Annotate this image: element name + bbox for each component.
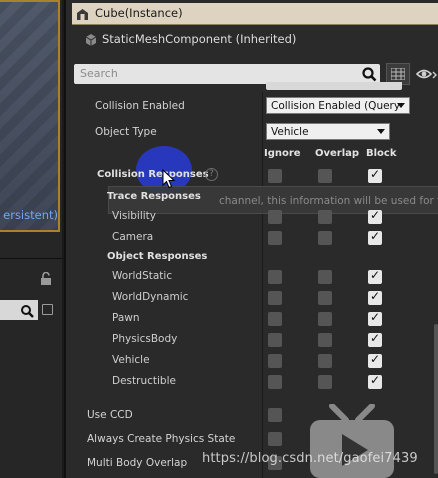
chevron-down-icon: [397, 103, 405, 108]
worldstatic-overlap-checkbox[interactable]: [318, 270, 332, 284]
collision-responses-block-checkbox[interactable]: [368, 167, 382, 183]
overlap-column-header: Overlap: [315, 148, 360, 159]
collision-enabled-dropdown[interactable]: Collision Enabled (Query: [266, 97, 410, 114]
camera-overlap-checkbox[interactable]: [318, 231, 332, 245]
visibility-ignore-checkbox[interactable]: [268, 210, 282, 224]
object-worldstatic-label: WorldStatic: [112, 270, 173, 282]
always-create-physics-state-label: Always Create Physics State: [87, 433, 236, 445]
grid-icon: [391, 68, 405, 80]
use-ccd-label: Use CCD: [87, 409, 133, 421]
search-icon[interactable]: [20, 304, 34, 318]
collision-responses-ignore-checkbox[interactable]: [268, 169, 282, 183]
object-pawn-label: Pawn: [112, 312, 140, 324]
static-mesh-icon: [85, 34, 97, 46]
collision-responses-label: Collision Responses: [97, 169, 209, 180]
block-column-header: Block: [366, 148, 397, 159]
left-panel: ersistent): [0, 0, 62, 478]
collision-enabled-label: Collision Enabled: [95, 100, 185, 112]
help-icon[interactable]: ?: [205, 168, 218, 181]
pawn-ignore-checkbox[interactable]: [268, 312, 282, 326]
use-ccd-checkbox[interactable]: [268, 408, 282, 422]
collision-enabled-value: Collision Enabled (Query: [271, 100, 401, 112]
vehicle-ignore-checkbox[interactable]: [268, 354, 282, 368]
destructible-ignore-checkbox[interactable]: [268, 375, 282, 389]
pawn-overlap-checkbox[interactable]: [318, 312, 332, 326]
physicsbody-overlap-checkbox[interactable]: [318, 333, 332, 347]
object-vehicle-label: Vehicle: [112, 354, 150, 366]
visibility-overlap-checkbox[interactable]: [318, 210, 332, 224]
viewport-level-label: ersistent): [3, 208, 58, 222]
left-panel-divider: [0, 258, 62, 259]
worlddynamic-block-checkbox[interactable]: [368, 289, 382, 305]
physicsbody-block-checkbox[interactable]: [368, 331, 382, 347]
mouse-cursor-icon: [162, 169, 176, 189]
previous-dropdown[interactable]: [266, 82, 402, 90]
watermark-text: https://blog.csdn.net/gaofei7439: [202, 451, 418, 466]
destructible-block-checkbox[interactable]: [368, 373, 382, 389]
tv-logo-icon: [310, 404, 394, 478]
always-create-physics-state-checkbox[interactable]: [268, 432, 282, 446]
object-physicsbody-label: PhysicsBody: [112, 333, 178, 345]
camera-ignore-checkbox[interactable]: [268, 231, 282, 245]
eye-icon[interactable]: [416, 66, 438, 82]
vehicle-block-checkbox[interactable]: [368, 352, 382, 368]
instance-header[interactable]: Cube(Instance): [72, 3, 438, 25]
visibility-block-checkbox[interactable]: [368, 208, 382, 224]
chevron-down-icon: [377, 129, 385, 134]
trace-camera-label: Camera: [112, 231, 154, 243]
multi-body-overlap-label: Multi Body Overlap: [87, 457, 188, 469]
object-type-value: Vehicle: [271, 126, 309, 138]
blueprint-actor-icon: [77, 9, 88, 20]
object-worlddynamic-label: WorldDynamic: [112, 291, 189, 303]
camera-block-checkbox[interactable]: [368, 229, 382, 245]
worlddynamic-ignore-checkbox[interactable]: [268, 291, 282, 305]
vehicle-overlap-checkbox[interactable]: [318, 354, 332, 368]
level-viewport[interactable]: [0, 0, 60, 232]
object-responses-label: Object Responses: [107, 251, 208, 262]
object-destructible-label: Destructible: [112, 375, 176, 387]
ignore-column-header: Ignore: [264, 148, 301, 159]
column-divider: [262, 92, 263, 478]
object-type-dropdown[interactable]: Vehicle: [266, 123, 390, 140]
object-type-label: Object Type: [95, 126, 157, 138]
tooltip-text: channel, this information will be used f…: [219, 195, 438, 207]
lock-icon[interactable]: [40, 272, 52, 285]
component-row[interactable]: StaticMeshComponent (Inherited): [72, 28, 438, 52]
search-placeholder: Search: [80, 67, 118, 80]
details-search-input[interactable]: Search: [74, 64, 380, 84]
component-label: StaticMeshComponent (Inherited): [102, 32, 297, 46]
trace-responses-label: Trace Responses: [107, 191, 201, 202]
pawn-block-checkbox[interactable]: [368, 310, 382, 326]
instance-title: Cube(Instance): [95, 6, 183, 20]
details-scrollbar[interactable]: [434, 324, 438, 474]
worlddynamic-overlap-checkbox[interactable]: [318, 291, 332, 305]
worldstatic-block-checkbox[interactable]: [368, 268, 382, 284]
save-icon[interactable]: [42, 304, 53, 315]
destructible-overlap-checkbox[interactable]: [318, 375, 332, 389]
physicsbody-ignore-checkbox[interactable]: [268, 333, 282, 347]
search-icon[interactable]: [361, 66, 377, 82]
collision-responses-overlap-checkbox[interactable]: [318, 169, 332, 183]
worldstatic-ignore-checkbox[interactable]: [268, 270, 282, 284]
trace-visibility-label: Visibility: [112, 210, 157, 222]
